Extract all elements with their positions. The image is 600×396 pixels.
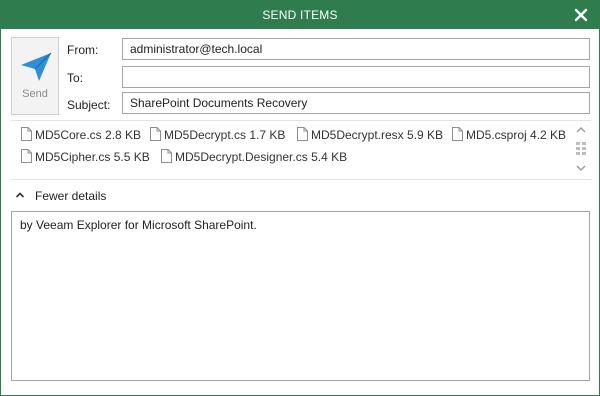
subject-label: Subject: xyxy=(67,98,111,112)
close-icon xyxy=(574,8,588,22)
subject-field[interactable] xyxy=(122,92,590,114)
document-icon xyxy=(161,149,172,163)
attachment-size: 4.2 KB xyxy=(530,128,567,142)
scroll-down-icon[interactable] xyxy=(576,164,586,172)
message-body-editor[interactable]: by Veeam Explorer for Microsoft SharePoi… xyxy=(11,211,590,381)
header-divider xyxy=(11,120,591,121)
close-button[interactable] xyxy=(571,5,591,25)
from-label: From: xyxy=(67,43,99,57)
title-bar[interactable]: SEND ITEMS xyxy=(1,1,599,29)
send-button-label: Send xyxy=(22,88,48,100)
fewer-details-label: Fewer details xyxy=(35,189,107,203)
to-label: To: xyxy=(67,71,84,85)
attachment-name: MD5Decrypt.resx xyxy=(311,128,404,142)
attachment-size: 2.8 KB xyxy=(105,128,142,142)
attachment-name: MD5Core.cs xyxy=(35,128,102,142)
paper-plane-icon xyxy=(20,52,52,85)
scroll-up-icon[interactable] xyxy=(576,126,586,134)
dialog-title: SEND ITEMS xyxy=(262,8,338,22)
to-field[interactable] xyxy=(122,66,590,88)
attachment-size: 5.5 KB xyxy=(113,150,150,164)
document-icon xyxy=(452,127,463,141)
from-field[interactable] xyxy=(122,38,590,60)
attachment-scrollbar[interactable] xyxy=(574,126,588,176)
chevron-up-icon xyxy=(15,192,25,198)
attachment-name: MD5Cipher.cs xyxy=(35,150,111,164)
attachment-name: MD5.csproj xyxy=(466,128,527,142)
attachment-list: MD5Core.cs 2.8 KB MD5Decrypt.cs 1.7 KB M… xyxy=(11,123,589,173)
document-icon xyxy=(297,127,308,141)
attachments-divider xyxy=(11,179,591,180)
send-button[interactable]: Send xyxy=(11,37,59,115)
attachment-name: MD5Decrypt.Designer.cs xyxy=(175,150,308,164)
attachment-size: 5.9 KB xyxy=(407,128,444,142)
send-items-dialog: SEND ITEMS Send From: To: Subject: MD5Co… xyxy=(0,0,600,396)
document-icon xyxy=(21,149,32,163)
message-body-text: by Veeam Explorer for Microsoft SharePoi… xyxy=(20,218,257,232)
document-icon xyxy=(150,127,161,141)
attachment-size: 5.4 KB xyxy=(311,150,348,164)
attachment-name: MD5Decrypt.cs xyxy=(164,128,247,142)
attachment-size: 1.7 KB xyxy=(249,128,286,142)
scroll-grip-icon[interactable] xyxy=(576,142,586,156)
document-icon xyxy=(21,127,32,141)
